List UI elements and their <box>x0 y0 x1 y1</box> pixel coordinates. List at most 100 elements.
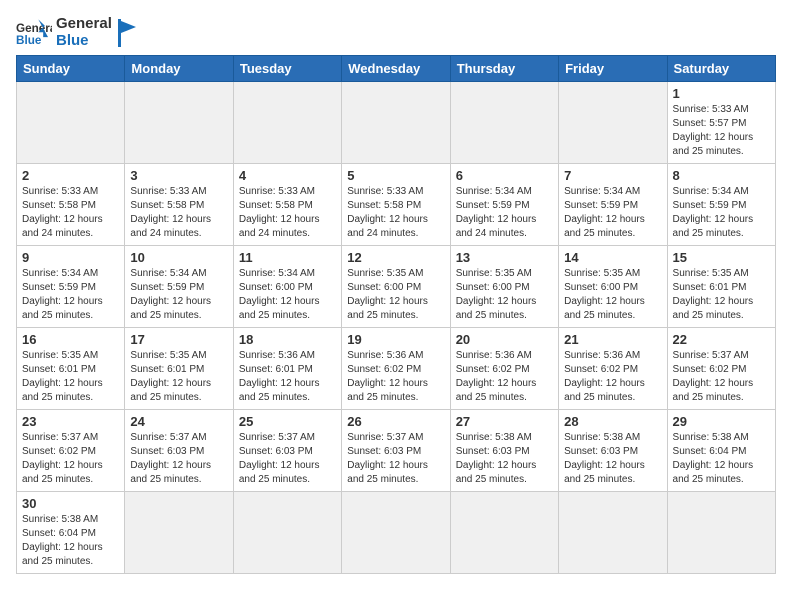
day-number: 9 <box>22 250 119 265</box>
header-thursday: Thursday <box>450 56 558 82</box>
header-sunday: Sunday <box>17 56 125 82</box>
calendar-cell: 18Sunrise: 5:36 AM Sunset: 6:01 PM Dayli… <box>233 328 341 410</box>
day-info: Sunrise: 5:35 AM Sunset: 6:00 PM Dayligh… <box>564 267 661 323</box>
day-number: 18 <box>239 332 336 347</box>
day-number: 21 <box>564 332 661 347</box>
page-header: General Blue General Blue <box>16 16 776 49</box>
calendar-cell <box>233 82 341 164</box>
calendar-cell <box>125 82 233 164</box>
calendar-cell: 23 Sunrise: 5:37 AM Sunset: 6:02 PM Dayli… <box>17 410 125 492</box>
calendar-cell <box>233 492 341 574</box>
calendar-cell <box>342 82 450 164</box>
day-number: 25 <box>239 414 336 429</box>
day-number: 15 <box>673 250 770 265</box>
day-info: Sunrise: 5:35 AM Sunset: 6:01 PM Dayligh… <box>22 349 119 405</box>
calendar-cell: 2 Sunrise: 5:33 AM Sunset: 5:58 PM Daylig… <box>17 164 125 246</box>
calendar-cell: 29 Sunrise: 5:38 AM Sunset: 6:04 PM Dayli… <box>667 410 775 492</box>
calendar-cell: 27 Sunrise: 5:38 AM Sunset: 6:03 PM Dayli… <box>450 410 558 492</box>
day-info: Sunrise: 5:33 AM Sunset: 5:58 PM Dayligh… <box>130 185 227 241</box>
day-info: Sunrise: 5:33 AM Sunset: 5:58 PM Dayligh… <box>347 185 444 241</box>
calendar-cell: 3 Sunrise: 5:33 AM Sunset: 5:58 PM Daylig… <box>125 164 233 246</box>
day-number: 4 <box>239 168 336 183</box>
logo-general-text: General <box>56 16 112 33</box>
day-info: Sunrise: 5:35 AM Sunset: 6:00 PM Dayligh… <box>347 267 444 323</box>
day-info: Sunrise: 5:37 AM Sunset: 6:02 PM Dayligh… <box>22 431 119 487</box>
day-info: Sunrise: 5:38 AM Sunset: 6:03 PM Dayligh… <box>564 431 661 487</box>
calendar-cell: 26 Sunrise: 5:37 AM Sunset: 6:03 PM Dayli… <box>342 410 450 492</box>
day-info: Sunrise: 5:34 AM Sunset: 5:59 PM Dayligh… <box>456 185 553 241</box>
logo-icon: General Blue <box>16 19 52 47</box>
day-number: 5 <box>347 168 444 183</box>
day-number: 23 <box>22 414 119 429</box>
calendar-cell: 24Sunrise: 5:37 AM Sunset: 6:03 PM Dayli… <box>125 410 233 492</box>
day-info: Sunrise: 5:33 AM Sunset: 5:58 PM Dayligh… <box>239 185 336 241</box>
day-info: Sunrise: 5:34 AM Sunset: 6:00 PM Dayligh… <box>239 267 336 323</box>
day-number: 3 <box>130 168 227 183</box>
calendar-cell: 15 Sunrise: 5:35 AM Sunset: 6:01 PM Dayli… <box>667 246 775 328</box>
day-number: 12 <box>347 250 444 265</box>
day-info: Sunrise: 5:34 AM Sunset: 5:59 PM Dayligh… <box>22 267 119 323</box>
day-number: 28 <box>564 414 661 429</box>
calendar-cell: 8Sunrise: 5:34 AM Sunset: 5:59 PM Daylig… <box>667 164 775 246</box>
calendar-cell <box>559 82 667 164</box>
header-saturday: Saturday <box>667 56 775 82</box>
day-info: Sunrise: 5:35 AM Sunset: 6:01 PM Dayligh… <box>673 267 770 323</box>
calendar-cell: 9 Sunrise: 5:34 AM Sunset: 5:59 PM Daylig… <box>17 246 125 328</box>
calendar-cell: 1Sunrise: 5:33 AM Sunset: 5:57 PM Daylig… <box>667 82 775 164</box>
day-number: 2 <box>22 168 119 183</box>
day-number: 10 <box>130 250 227 265</box>
logo: General Blue General Blue <box>16 16 138 49</box>
header-friday: Friday <box>559 56 667 82</box>
day-info: Sunrise: 5:37 AM Sunset: 6:02 PM Dayligh… <box>673 349 770 405</box>
calendar-cell: 19Sunrise: 5:36 AM Sunset: 6:02 PM Dayli… <box>342 328 450 410</box>
calendar-cell <box>667 492 775 574</box>
day-info: Sunrise: 5:35 AM Sunset: 6:00 PM Dayligh… <box>456 267 553 323</box>
svg-text:Blue: Blue <box>16 33 42 46</box>
day-info: Sunrise: 5:35 AM Sunset: 6:01 PM Dayligh… <box>130 349 227 405</box>
day-info: Sunrise: 5:38 AM Sunset: 6:03 PM Dayligh… <box>456 431 553 487</box>
day-info: Sunrise: 5:33 AM Sunset: 5:58 PM Dayligh… <box>22 185 119 241</box>
calendar-cell <box>559 492 667 574</box>
day-number: 27 <box>456 414 553 429</box>
calendar-week-row: 2 Sunrise: 5:33 AM Sunset: 5:58 PM Daylig… <box>17 164 776 246</box>
day-info: Sunrise: 5:34 AM Sunset: 5:59 PM Dayligh… <box>130 267 227 323</box>
calendar-cell <box>125 492 233 574</box>
calendar-week-row: 1Sunrise: 5:33 AM Sunset: 5:57 PM Daylig… <box>17 82 776 164</box>
calendar-cell: 17 Sunrise: 5:35 AM Sunset: 6:01 PM Dayli… <box>125 328 233 410</box>
day-number: 13 <box>456 250 553 265</box>
calendar-cell: 22Sunrise: 5:37 AM Sunset: 6:02 PM Dayli… <box>667 328 775 410</box>
day-number: 26 <box>347 414 444 429</box>
day-number: 7 <box>564 168 661 183</box>
logo-blue-text: Blue <box>56 33 112 50</box>
calendar-cell: 14 Sunrise: 5:35 AM Sunset: 6:00 PM Dayli… <box>559 246 667 328</box>
calendar-table: SundayMondayTuesdayWednesdayThursdayFrid… <box>16 55 776 574</box>
calendar-cell <box>342 492 450 574</box>
day-number: 19 <box>347 332 444 347</box>
day-number: 14 <box>564 250 661 265</box>
calendar-cell: 28 Sunrise: 5:38 AM Sunset: 6:03 PM Dayli… <box>559 410 667 492</box>
day-number: 6 <box>456 168 553 183</box>
calendar-cell: 20Sunrise: 5:36 AM Sunset: 6:02 PM Dayli… <box>450 328 558 410</box>
calendar-cell: 11 Sunrise: 5:34 AM Sunset: 6:00 PM Dayli… <box>233 246 341 328</box>
day-number: 30 <box>22 496 119 511</box>
day-number: 29 <box>673 414 770 429</box>
day-number: 24 <box>130 414 227 429</box>
calendar-cell <box>17 82 125 164</box>
calendar-cell: 12 Sunrise: 5:35 AM Sunset: 6:00 PM Dayli… <box>342 246 450 328</box>
day-number: 1 <box>673 86 770 101</box>
day-info: Sunrise: 5:36 AM Sunset: 6:02 PM Dayligh… <box>564 349 661 405</box>
calendar-cell: 4 Sunrise: 5:33 AM Sunset: 5:58 PM Daylig… <box>233 164 341 246</box>
day-info: Sunrise: 5:34 AM Sunset: 5:59 PM Dayligh… <box>564 185 661 241</box>
calendar-cell: 21 Sunrise: 5:36 AM Sunset: 6:02 PM Dayli… <box>559 328 667 410</box>
calendar-cell: 10 Sunrise: 5:34 AM Sunset: 5:59 PM Dayli… <box>125 246 233 328</box>
calendar-cell: 25Sunrise: 5:37 AM Sunset: 6:03 PM Dayli… <box>233 410 341 492</box>
day-info: Sunrise: 5:37 AM Sunset: 6:03 PM Dayligh… <box>347 431 444 487</box>
day-number: 20 <box>456 332 553 347</box>
day-number: 17 <box>130 332 227 347</box>
day-number: 11 <box>239 250 336 265</box>
calendar-week-row: 9 Sunrise: 5:34 AM Sunset: 5:59 PM Daylig… <box>17 246 776 328</box>
day-info: Sunrise: 5:38 AM Sunset: 6:04 PM Dayligh… <box>673 431 770 487</box>
day-number: 16 <box>22 332 119 347</box>
calendar-cell <box>450 82 558 164</box>
calendar-cell: 5 Sunrise: 5:33 AM Sunset: 5:58 PM Daylig… <box>342 164 450 246</box>
